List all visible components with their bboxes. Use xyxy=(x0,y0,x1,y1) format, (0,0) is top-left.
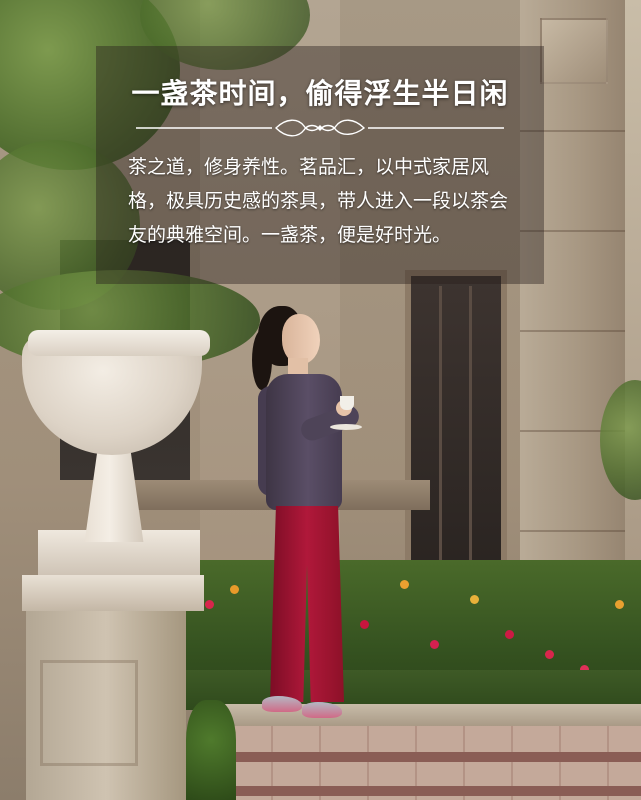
sneaker xyxy=(302,702,342,718)
plinth-panel xyxy=(40,660,138,766)
bottom-shrub xyxy=(186,700,236,800)
path-border xyxy=(225,752,641,762)
plinth-cap xyxy=(22,575,204,611)
orange-flower xyxy=(615,600,624,609)
body-text: 茶之道，修身养性。茗品汇，以中式家居风格，极具历史感的茶具，带人进入一段以茶会友… xyxy=(128,156,509,246)
woman-holding-teacup xyxy=(240,300,370,740)
red-pants xyxy=(270,506,344,702)
teacup xyxy=(340,396,354,410)
red-flower xyxy=(505,630,514,639)
orange-flower xyxy=(470,595,479,604)
orange-flower xyxy=(400,580,409,589)
door-mullion xyxy=(469,286,472,566)
dark-doorway xyxy=(405,270,507,582)
scene-photo: 一盏茶时间，偷得浮生半日闲 茶之道，修身养性。茗品汇，以中式家居风格，极具历史感… xyxy=(0,0,641,800)
saucer xyxy=(330,424,362,430)
red-flower xyxy=(205,600,214,609)
ornamental-divider xyxy=(136,119,504,137)
orange-flower xyxy=(230,585,239,594)
headline: 一盏茶时间，偷得浮生半日闲 xyxy=(131,77,509,110)
face xyxy=(282,314,320,364)
purple-top xyxy=(266,374,342,510)
pillar-ornament xyxy=(540,18,608,84)
pillar-joint xyxy=(520,330,625,332)
pillar-joint xyxy=(520,530,625,532)
door-mullion xyxy=(439,286,442,566)
path-border xyxy=(225,786,641,796)
red-flower xyxy=(545,650,554,659)
red-flower xyxy=(430,640,439,649)
sneaker xyxy=(262,696,302,712)
urn-rim xyxy=(28,330,210,356)
far-wall xyxy=(625,0,641,640)
